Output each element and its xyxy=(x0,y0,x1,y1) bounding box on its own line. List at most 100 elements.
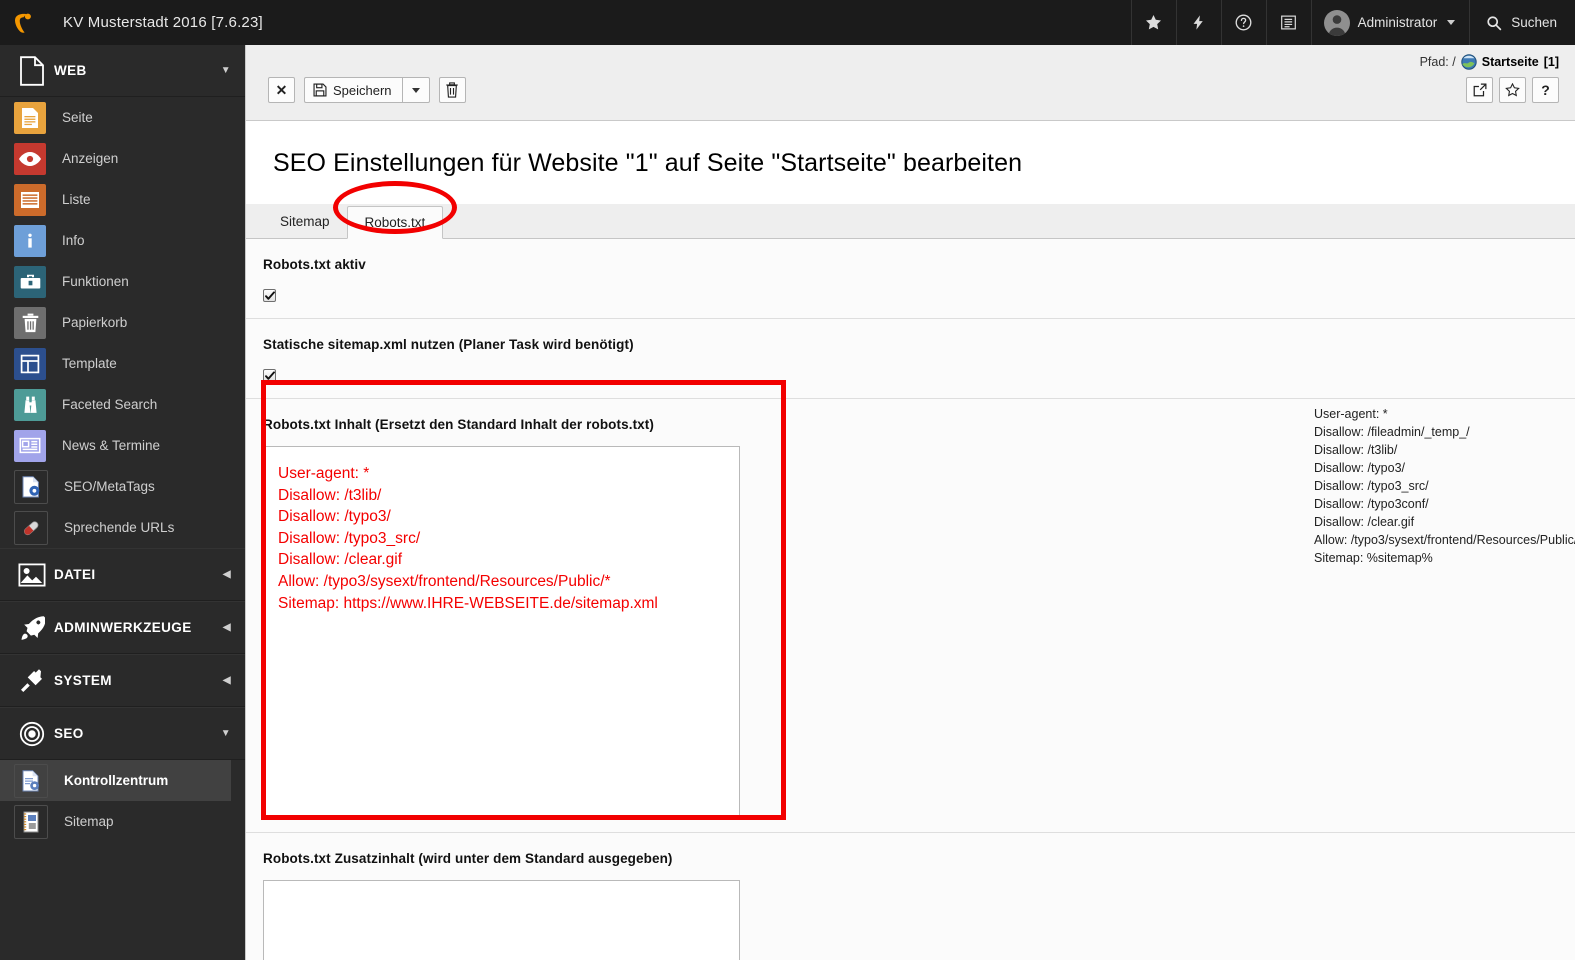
sidebar-item-label: Sitemap xyxy=(64,814,114,829)
newspaper-icon xyxy=(14,429,46,462)
help-button[interactable]: ? xyxy=(1532,77,1559,103)
list-module-icon[interactable] xyxy=(1265,0,1311,45)
content-scroll-area: SEO Einstellungen für Website "1" auf Se… xyxy=(246,121,1575,960)
sidebar-item-info[interactable]: Info xyxy=(0,220,245,261)
realurl-pill-icon xyxy=(14,510,48,545)
breadcrumb-prefix: Pfad: / xyxy=(1419,55,1456,69)
sidebar-item-label: Seite xyxy=(62,110,93,125)
robots-reference-line: Disallow: /typo3conf/ xyxy=(1314,497,1429,511)
robots-content-line: Disallow: /typo3_src/ xyxy=(278,529,421,547)
typo3-logo[interactable] xyxy=(0,0,46,45)
field-robots-active: Robots.txt aktiv xyxy=(246,239,1575,319)
sidebar-item-liste[interactable]: Liste xyxy=(0,179,245,220)
tab-panel-robots-txt: Robots.txt aktiv Statische sitemap.xml n… xyxy=(246,239,1575,960)
sidebar-item-kontrollzentrum[interactable]: Kontrollzentrum xyxy=(0,760,231,801)
chevron-down-icon: ▼ xyxy=(220,727,231,739)
breadcrumb: Pfad: / Startseite [1] xyxy=(1420,54,1559,70)
bookmarks-star-icon[interactable] xyxy=(1130,0,1176,45)
sidebar-item-funktionen[interactable]: Funktionen xyxy=(0,261,245,302)
robots-extra-textarea[interactable] xyxy=(263,880,740,960)
user-avatar-icon xyxy=(1328,14,1346,36)
robots-reference-line: Disallow: /typo3/ xyxy=(1314,461,1406,475)
page-document-icon xyxy=(10,55,54,86)
sidebar-item-label: Faceted Search xyxy=(62,397,158,412)
save-options-dropdown[interactable] xyxy=(401,77,430,103)
field-label: Robots.txt aktiv xyxy=(263,257,366,272)
sidebar-item-label: Template xyxy=(62,356,117,371)
tab-label: Sitemap xyxy=(280,214,330,229)
sidebar-item-sprechende-urls[interactable]: Sprechende URLs xyxy=(0,507,245,548)
robots-content-line: Disallow: /clear.gif xyxy=(278,551,403,569)
flash-clear-cache-icon[interactable] xyxy=(1175,0,1221,45)
user-menu[interactable]: Administrator xyxy=(1310,0,1471,45)
help-question-icon[interactable] xyxy=(1220,0,1266,45)
robots-content-textarea[interactable]: User-agent: * Disallow: /t3lib/ Disallow… xyxy=(263,446,740,816)
sidebar-item-seite[interactable]: Seite xyxy=(0,97,245,138)
eye-view-icon xyxy=(14,142,46,175)
checkmark-icon xyxy=(264,290,275,300)
open-in-new-window-button[interactable] xyxy=(1466,77,1493,103)
target-rings-icon xyxy=(10,721,54,747)
sidebar-item-label: Info xyxy=(62,233,85,248)
typo3-backend: KV Musterstadt 2016 [7.6.23] Administrat… xyxy=(0,0,1575,960)
chevron-left-icon: ◀ xyxy=(222,674,231,686)
sidebar-item-sitemap[interactable]: Sitemap xyxy=(0,801,245,842)
sidebar-item-faceted-search[interactable]: Faceted Search xyxy=(0,384,245,425)
floppy-disk-icon xyxy=(313,83,327,97)
control-center-icon xyxy=(14,763,48,798)
tab-bar: Sitemap Robots.txt xyxy=(246,204,1575,239)
sidebar-item-news-termine[interactable]: News & Termine xyxy=(0,425,245,466)
sidebar-section-label: SYSTEM xyxy=(54,673,112,688)
document-header: Pfad: / Startseite [1] ✕ Speichern ? xyxy=(246,45,1575,121)
trash-icon xyxy=(446,82,458,98)
tab-robots-txt[interactable]: Robots.txt xyxy=(346,206,444,239)
robots-reference-line: User-agent: * xyxy=(1314,407,1388,421)
chevron-down-icon: ▼ xyxy=(220,64,231,76)
field-robots-content: Robots.txt Inhalt (Ersetzt den Standard … xyxy=(246,399,1575,833)
topbar-actions: Administrator Suchen xyxy=(1130,0,1575,45)
list-icon xyxy=(14,183,46,216)
sidebar-section-system[interactable]: SYSTEM ◀ xyxy=(0,654,245,707)
sidebar-item-seo-metatags[interactable]: SEO/MetaTags xyxy=(0,466,245,507)
docheader-right-buttons: ? xyxy=(1466,77,1559,103)
sidebar-section-label: DATEI xyxy=(54,567,96,582)
sidebar-item-template[interactable]: Template xyxy=(0,343,245,384)
sidebar-section-web[interactable]: WEB ▼ xyxy=(0,45,245,97)
seo-metatags-icon xyxy=(14,469,48,504)
chevron-down-icon xyxy=(1447,20,1456,25)
docheader-left-buttons: ✕ Speichern xyxy=(268,77,466,103)
field-label: Statische sitemap.xml nutzen (Planer Tas… xyxy=(263,337,634,352)
static-sitemap-checkbox[interactable] xyxy=(263,369,276,382)
close-button[interactable]: ✕ xyxy=(268,77,295,103)
robots-reference-line: Disallow: /typo3_src/ xyxy=(1314,479,1429,493)
search-icon xyxy=(1487,15,1502,30)
delete-button[interactable] xyxy=(438,77,466,103)
page-globe-icon xyxy=(1461,54,1477,70)
tab-sitemap[interactable]: Sitemap xyxy=(263,205,347,238)
sidebar-section-adminwerkzeuge[interactable]: ADMINWERKZEUGE ◀ xyxy=(0,601,245,654)
search-button[interactable]: Suchen xyxy=(1470,0,1575,45)
sidebar-item-anzeigen[interactable]: Anzeigen xyxy=(0,138,245,179)
sidebar-section-datei[interactable]: DATEI ◀ xyxy=(0,548,245,601)
external-link-icon xyxy=(1473,83,1486,97)
sidebar-item-papierkorb[interactable]: Papierkorb xyxy=(0,302,245,343)
save-button[interactable]: Speichern xyxy=(304,77,402,103)
save-button-group: Speichern xyxy=(304,77,430,103)
robots-reference-text: User-agent: * Disallow: /fileadmin/_temp… xyxy=(1314,405,1575,567)
help-button-label: ? xyxy=(1541,82,1550,98)
search-label: Suchen xyxy=(1511,15,1557,30)
page-title: SEO Einstellungen für Website "1" auf Se… xyxy=(273,149,1023,177)
field-robots-extra: Robots.txt Zusatzinhalt (wird unter dem … xyxy=(246,833,1575,960)
chevron-down-icon xyxy=(411,87,420,93)
robots-active-checkbox[interactable] xyxy=(263,289,276,302)
sidebar-section-seo[interactable]: SEO ▼ xyxy=(0,707,245,760)
chevron-left-icon: ◀ xyxy=(222,621,231,633)
main-content-area: Pfad: / Startseite [1] ✕ Speichern ? SEO… xyxy=(245,45,1575,960)
sidebar-section-label: WEB xyxy=(54,63,87,78)
chevron-left-icon: ◀ xyxy=(222,568,231,580)
breadcrumb-page: Startseite xyxy=(1481,55,1539,69)
sidebar-item-label: Anzeigen xyxy=(62,151,119,166)
typo3-logo-icon xyxy=(15,13,31,33)
trash-icon xyxy=(14,306,46,339)
bookmark-button[interactable] xyxy=(1499,77,1526,103)
